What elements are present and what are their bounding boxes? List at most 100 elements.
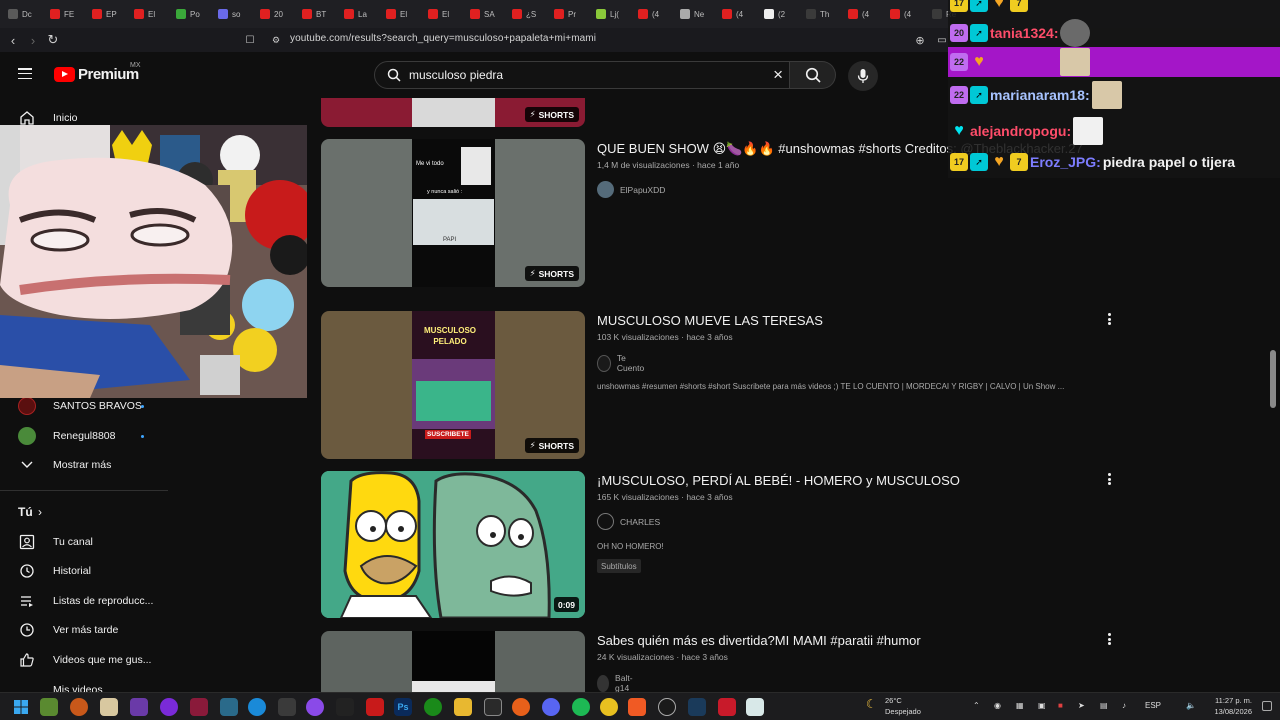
browser-tab[interactable]: (4 <box>886 2 926 26</box>
browser-tab[interactable]: El <box>130 2 170 26</box>
video-title[interactable]: MUSCULOSO MUEVE LAS TERESAS <box>597 313 823 328</box>
app-icon[interactable] <box>658 698 676 716</box>
app-icon[interactable] <box>100 698 118 716</box>
system-clock[interactable]: 11:27 p. m. 13/08/2026 <box>1214 695 1252 717</box>
forward-icon[interactable]: › <box>23 30 43 50</box>
notification-icon[interactable] <box>1262 701 1272 711</box>
sidebar-item-liked-videos[interactable]: Videos que me gus... <box>0 646 170 674</box>
more-options-icon[interactable] <box>1105 631 1113 647</box>
app-icon[interactable] <box>190 698 208 716</box>
app-icon[interactable] <box>220 698 238 716</box>
app-icon[interactable] <box>278 698 296 716</box>
browser-tab[interactable]: so <box>214 2 254 26</box>
chrome-icon[interactable] <box>600 698 618 716</box>
clear-search-icon[interactable]: × <box>773 65 783 85</box>
browser-tab[interactable]: Pr <box>550 2 590 26</box>
url-field[interactable]: youtube.com/results?search_query=musculo… <box>290 33 596 44</box>
more-options-icon[interactable] <box>1105 471 1113 487</box>
video-title[interactable]: ¡MUSCULOSO, PERDÍ AL BEBÉ! - HOMERO y MU… <box>597 473 960 488</box>
browser-tab[interactable]: El <box>382 2 422 26</box>
tray-icon[interactable]: ▤ <box>1100 701 1108 710</box>
sidebar-item-watch-later[interactable]: Ver más tarde <box>0 616 170 644</box>
photoshop-icon[interactable]: Ps <box>394 698 412 716</box>
browser-tab[interactable]: FE <box>46 2 86 26</box>
app-icon[interactable] <box>484 698 502 716</box>
tray-icon[interactable]: ▣ <box>1038 701 1046 710</box>
video-title[interactable]: Sabes quién más es divertida?MI MAMI #pa… <box>597 633 921 648</box>
more-options-icon[interactable] <box>1105 311 1113 327</box>
bookmark-icon[interactable]: ☐ <box>240 30 260 50</box>
browser-tab[interactable]: EP <box>88 2 128 26</box>
brave-icon[interactable] <box>628 698 646 716</box>
tray-icon[interactable]: ◉ <box>994 701 1001 710</box>
video-thumbnail[interactable]: MUSCULOSO PELADO SUSCRIBETE ⚡ SHORTS <box>321 311 585 459</box>
channel-link[interactable]: Te Cuento <box>597 353 647 373</box>
browser-tab[interactable]: SA <box>466 2 506 26</box>
app-icon[interactable] <box>718 698 736 716</box>
xbox-icon[interactable] <box>424 698 442 716</box>
video-thumbnail[interactable] <box>321 631 585 692</box>
search-button[interactable] <box>790 61 836 89</box>
video-thumbnail[interactable]: ⚡ SHORTS <box>321 98 585 127</box>
browser-tab[interactable]: (4 <box>718 2 758 26</box>
sidebar-item-history[interactable]: Historial <box>0 557 170 585</box>
back-icon[interactable]: ‹ <box>3 30 23 50</box>
browser-tab[interactable]: Ne <box>676 2 716 26</box>
voice-search-button[interactable] <box>848 61 878 91</box>
zoom-icon[interactable]: ⊕ <box>910 30 930 50</box>
browser-tab[interactable]: (4 <box>634 2 674 26</box>
channel-link[interactable]: Balt-g14 <box>597 673 637 693</box>
edge-icon[interactable] <box>248 698 266 716</box>
browser-tab[interactable]: (2 <box>760 2 800 26</box>
browser-tab[interactable]: Th <box>802 2 842 26</box>
browser-tab[interactable]: Lj( <box>592 2 632 26</box>
video-thumbnail[interactable]: Me vi todo y nunca salió : PAPI ⚡ SHORTS <box>321 139 585 287</box>
windows-start-icon[interactable] <box>12 698 30 716</box>
app-icon[interactable] <box>336 698 354 716</box>
you-section-header[interactable]: Tú › <box>0 498 170 526</box>
sidebar-item-subscription[interactable]: Renegul8808 <box>0 422 170 450</box>
app-icon[interactable] <box>40 698 58 716</box>
tray-icon[interactable]: ▦ <box>1016 701 1024 710</box>
browser-tab[interactable]: Po <box>172 2 212 26</box>
file-explorer-icon[interactable] <box>454 698 472 716</box>
sidebar-item-playlists[interactable]: Listas de reproducc... <box>0 587 170 615</box>
weather-widget[interactable]: ☾ 26°C Despejado <box>866 695 921 717</box>
spotify-icon[interactable] <box>572 698 590 716</box>
steam-icon[interactable] <box>688 698 706 716</box>
browser-tab[interactable]: 20 <box>256 2 296 26</box>
app-icon[interactable] <box>70 698 88 716</box>
browser-tab[interactable]: BT <box>298 2 338 26</box>
chevron-up-icon[interactable]: ⌃ <box>973 701 980 710</box>
site-info-icon[interactable]: ⚙ <box>266 30 286 50</box>
sidebar-item-my-videos[interactable]: Mis videos <box>0 676 170 692</box>
video-thumbnail[interactable]: 0:09 <box>321 471 585 618</box>
app-icon[interactable] <box>160 698 178 716</box>
browser-tab[interactable]: (4 <box>844 2 884 26</box>
search-input[interactable] <box>409 68 749 82</box>
language-indicator[interactable]: ESP <box>1145 701 1161 710</box>
microphone-icon[interactable]: ♪ <box>1122 701 1126 710</box>
channel-link[interactable]: CHARLES <box>597 513 660 530</box>
volume-icon[interactable]: 🔈 <box>1186 701 1196 710</box>
app-icon[interactable] <box>366 698 384 716</box>
app-icon[interactable] <box>306 698 324 716</box>
firefox-icon[interactable] <box>512 698 530 716</box>
search-box[interactable]: × <box>374 61 790 89</box>
browser-tab[interactable]: ¿S <box>508 2 548 26</box>
tray-icon[interactable]: ➤ <box>1078 701 1085 710</box>
app-icon[interactable] <box>746 698 764 716</box>
app-icon[interactable] <box>130 698 148 716</box>
menu-icon[interactable] <box>18 68 32 79</box>
show-more-button[interactable]: Mostrar más <box>0 451 170 479</box>
discord-icon[interactable] <box>542 698 560 716</box>
channel-link[interactable]: ElPapuXDD <box>597 181 665 198</box>
tray-icon[interactable]: ■ <box>1058 701 1063 710</box>
youtube-premium-logo[interactable]: Premium MX <box>54 62 141 83</box>
page-scrollbar[interactable] <box>1270 350 1276 408</box>
sidebar-item-your-channel[interactable]: Tu canal <box>0 528 170 556</box>
browser-tab[interactable]: La <box>340 2 380 26</box>
browser-tab[interactable]: El <box>424 2 464 26</box>
reload-icon[interactable]: ↻ <box>43 30 63 50</box>
browser-tab[interactable]: Dc <box>4 2 44 26</box>
